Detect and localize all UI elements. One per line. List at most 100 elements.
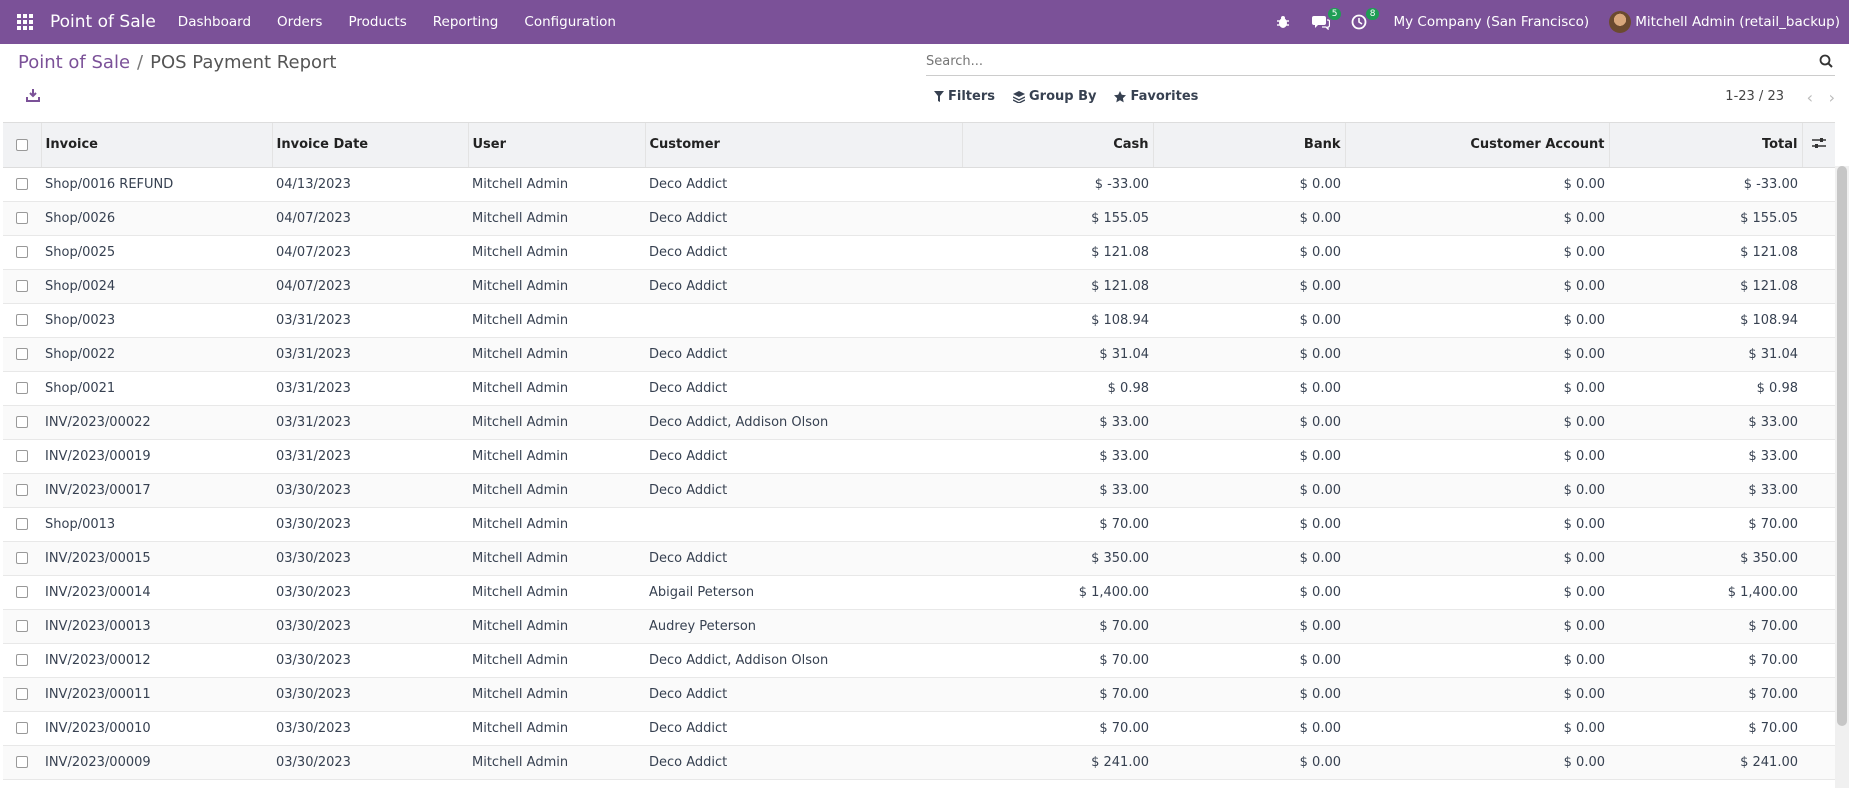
row-checkbox[interactable]	[16, 620, 28, 632]
row-checkbox[interactable]	[16, 756, 28, 768]
row-checkbox[interactable]	[16, 416, 28, 428]
bug-icon[interactable]	[1271, 10, 1295, 34]
col-customer[interactable]: Customer	[645, 123, 963, 168]
row-spacer	[1802, 337, 1835, 371]
pager-next-icon[interactable]: ›	[1829, 88, 1835, 107]
company-switcher[interactable]: My Company (San Francisco)	[1393, 14, 1589, 30]
optional-columns-toggle[interactable]	[1802, 123, 1835, 168]
download-icon[interactable]	[26, 88, 42, 104]
favorites-button[interactable]: Favorites	[1114, 89, 1198, 104]
row-checkbox-cell[interactable]	[3, 575, 41, 609]
col-total[interactable]: Total	[1609, 123, 1803, 168]
row-checkbox-cell[interactable]	[3, 303, 41, 337]
cell-invoice-date: 03/30/2023	[276, 720, 351, 736]
row-checkbox-cell[interactable]	[3, 643, 41, 677]
cell-user: Mitchell Admin	[472, 210, 569, 226]
row-checkbox-cell[interactable]	[3, 507, 41, 541]
row-checkbox[interactable]	[16, 314, 28, 326]
row-checkbox-cell[interactable]	[3, 745, 41, 779]
table-row[interactable]: Shop/0026 04/07/2023 Mitchell Admin Deco Ad…	[3, 201, 1835, 235]
row-checkbox-cell[interactable]	[3, 167, 41, 201]
row-checkbox[interactable]	[16, 586, 28, 598]
vertical-scrollbar[interactable]	[1835, 166, 1849, 788]
row-checkbox[interactable]	[16, 280, 28, 292]
cell-customer: Deco Addict, Addison Olson	[649, 652, 829, 668]
table-row[interactable]: INV/2023/00010 03/30/2023 Mitchell Admin De…	[3, 711, 1835, 745]
table-row[interactable]: INV/2023/00022 03/31/2023 Mitchell Admin De…	[3, 405, 1835, 439]
filters-button[interactable]: Filters	[934, 89, 995, 104]
breadcrumb-parent[interactable]: Point of Sale	[18, 52, 130, 73]
cell-invoice-date: 04/07/2023	[276, 244, 351, 260]
table-row[interactable]: INV/2023/00015 03/30/2023 Mitchell Admin De…	[3, 541, 1835, 575]
row-checkbox[interactable]	[16, 450, 28, 462]
group-by-button[interactable]: Group By	[1012, 89, 1096, 104]
pager-value[interactable]: 1-23 / 23	[1725, 89, 1784, 104]
row-checkbox-cell[interactable]	[3, 439, 41, 473]
menu-products[interactable]: Products	[348, 14, 406, 30]
apps-menu-icon[interactable]	[0, 0, 50, 44]
app-brand[interactable]: Point of Sale	[50, 12, 156, 32]
table-row[interactable]: INV/2023/00012 03/30/2023 Mitchell Admin De…	[3, 643, 1835, 677]
table-row[interactable]: Shop/0024 04/07/2023 Mitchell Admin Deco Ad…	[3, 269, 1835, 303]
row-checkbox-cell[interactable]	[3, 609, 41, 643]
table-row[interactable]: INV/2023/00011 03/30/2023 Mitchell Admin De…	[3, 677, 1835, 711]
table-row[interactable]: Shop/0023 03/31/2023 Mitchell Admin $ 108.9…	[3, 303, 1835, 337]
cell-invoice: Shop/0021	[45, 380, 116, 396]
row-checkbox-cell[interactable]	[3, 371, 41, 405]
col-invoice-date[interactable]: Invoice Date	[272, 123, 469, 168]
search-icon[interactable]	[1819, 54, 1835, 70]
row-checkbox[interactable]	[16, 382, 28, 394]
row-checkbox[interactable]	[16, 552, 28, 564]
scrollbar-thumb[interactable]	[1837, 166, 1847, 726]
row-checkbox-cell[interactable]	[3, 269, 41, 303]
row-checkbox[interactable]	[16, 178, 28, 190]
col-customer-account[interactable]: Customer Account	[1345, 123, 1610, 168]
row-checkbox[interactable]	[16, 518, 28, 530]
row-checkbox-cell[interactable]	[3, 677, 41, 711]
table-row[interactable]: Shop/0013 03/30/2023 Mitchell Admin $ 70.00…	[3, 507, 1835, 541]
select-all-checkbox-cell[interactable]	[3, 123, 42, 168]
table-row[interactable]: INV/2023/00019 03/31/2023 Mitchell Admin De…	[3, 439, 1835, 473]
table-row[interactable]: Shop/0022 03/31/2023 Mitchell Admin Deco Ad…	[3, 337, 1835, 371]
cell-user: Mitchell Admin	[472, 448, 569, 464]
row-checkbox[interactable]	[16, 654, 28, 666]
col-invoice[interactable]: Invoice	[41, 123, 273, 168]
select-all-checkbox[interactable]	[15, 138, 28, 151]
row-checkbox[interactable]	[16, 246, 28, 258]
avatar[interactable]	[1609, 11, 1632, 33]
row-checkbox-cell[interactable]	[3, 405, 41, 439]
row-checkbox-cell[interactable]	[3, 235, 41, 269]
table-row[interactable]: INV/2023/00017 03/30/2023 Mitchell Admin De…	[3, 473, 1835, 507]
cell-bank: $ 0.00	[1299, 618, 1341, 634]
col-cash[interactable]: Cash	[962, 123, 1154, 168]
table-row[interactable]: Shop/0016 REFUND 04/13/2023 Mitchell Admin…	[3, 167, 1835, 201]
table-row[interactable]: Shop/0021 03/31/2023 Mitchell Admin Deco Ad…	[3, 371, 1835, 405]
activities-clock-icon[interactable]: 8	[1347, 8, 1380, 34]
messages-icon[interactable]: 5	[1309, 8, 1342, 34]
user-menu[interactable]: Mitchell Admin (retail_backup)	[1635, 14, 1840, 30]
row-checkbox[interactable]	[16, 722, 28, 734]
row-checkbox[interactable]	[16, 348, 28, 360]
cell-invoice-date: 03/30/2023	[276, 516, 351, 532]
row-checkbox[interactable]	[16, 484, 28, 496]
col-user[interactable]: User	[468, 123, 646, 168]
row-checkbox[interactable]	[16, 212, 28, 224]
row-checkbox-cell[interactable]	[3, 473, 41, 507]
menu-dashboard[interactable]: Dashboard	[178, 14, 251, 30]
table-row[interactable]: Shop/0025 04/07/2023 Mitchell Admin Deco Ad…	[3, 235, 1835, 269]
menu-reporting[interactable]: Reporting	[433, 14, 499, 30]
row-checkbox-cell[interactable]	[3, 541, 41, 575]
row-checkbox-cell[interactable]	[3, 337, 41, 371]
pager-previous-icon[interactable]: ‹	[1807, 88, 1813, 107]
row-checkbox[interactable]	[16, 688, 28, 700]
cell-customer-account: $ 0.00	[1563, 346, 1605, 362]
table-row[interactable]: INV/2023/00014 03/30/2023 Mitchell Admin Ab…	[3, 575, 1835, 609]
row-checkbox-cell[interactable]	[3, 201, 41, 235]
menu-orders[interactable]: Orders	[277, 14, 322, 30]
table-row[interactable]: INV/2023/00013 03/30/2023 Mitchell Admin Au…	[3, 609, 1835, 643]
menu-configuration[interactable]: Configuration	[524, 14, 616, 30]
row-checkbox-cell[interactable]	[3, 711, 41, 745]
col-bank[interactable]: Bank	[1153, 123, 1346, 168]
search-input[interactable]	[926, 54, 1806, 69]
table-row[interactable]: INV/2023/00009 03/30/2023 Mitchell Admin De…	[3, 745, 1835, 779]
